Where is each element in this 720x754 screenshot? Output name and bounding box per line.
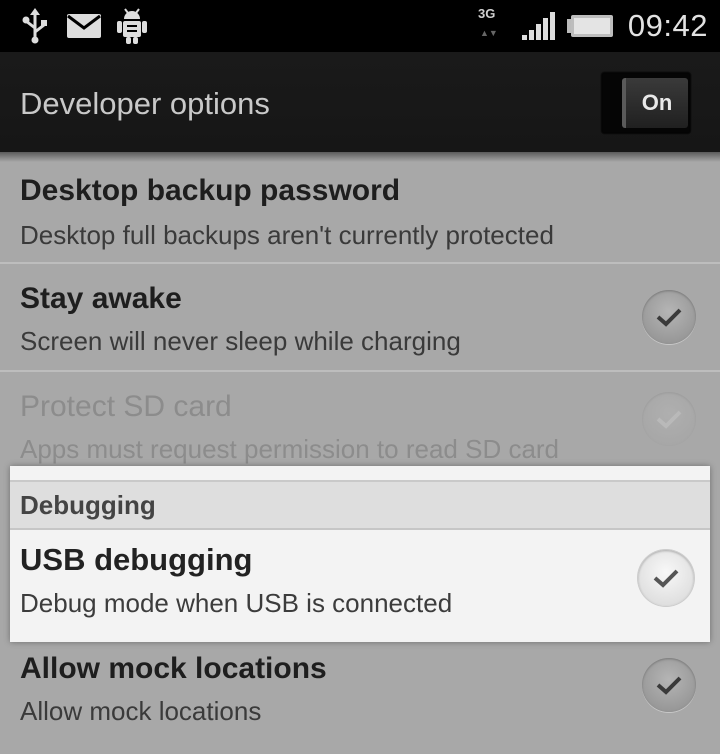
setting-title: Allow mock locations: [20, 652, 327, 685]
checkmark-icon: [656, 410, 682, 429]
debugging-highlight-panel: Debugging USB debugging Debug mode when …: [10, 466, 710, 642]
setting-protect-sd-card[interactable]: Protect SD card Apps must request permis…: [0, 372, 720, 468]
checkmark-icon: [656, 308, 682, 327]
setting-summary: Allow mock locations: [20, 696, 262, 726]
usb-icon: [20, 0, 50, 52]
setting-title: Desktop backup password: [20, 174, 401, 207]
battery-icon: [566, 0, 614, 52]
checkmark-icon: [653, 569, 679, 588]
allow-mock-locations-checkbox[interactable]: [642, 658, 696, 712]
toggle-label: On: [622, 78, 688, 128]
setting-summary: Desktop full backups aren't currently pr…: [20, 220, 554, 250]
setting-title: Protect SD card: [20, 390, 232, 423]
usb-debugging-checkbox[interactable]: [638, 550, 694, 606]
protect-sd-card-checkbox[interactable]: [642, 392, 696, 446]
action-bar: Developer options On: [0, 52, 720, 152]
data-activity-icon: ▲▼: [480, 28, 498, 38]
setting-title: Stay awake: [20, 282, 182, 315]
stay-awake-checkbox[interactable]: [642, 290, 696, 344]
setting-summary: Apps must request permission to read SD …: [20, 434, 560, 464]
section-header-label: Debugging: [20, 490, 156, 520]
section-header-debugging: Debugging: [10, 480, 710, 530]
setting-allow-mock-locations[interactable]: Allow mock locations Allow mock location…: [0, 642, 720, 754]
checkmark-icon: [656, 676, 682, 695]
network-type-label: 3G: [478, 6, 496, 21]
usb-debugging-summary: Debug mode when USB is connected: [20, 588, 453, 618]
page-title: Developer options: [20, 86, 270, 121]
setting-desktop-backup-password[interactable]: Desktop backup password Desktop full bac…: [0, 160, 720, 264]
signal-icon: [522, 0, 558, 52]
usb-debugging-title: USB debugging: [20, 542, 253, 577]
developer-options-toggle[interactable]: On: [600, 71, 692, 135]
status-bar: 3G ▲▼ 09:42: [0, 0, 720, 52]
android-debug-icon: [116, 0, 148, 52]
setting-stay-awake[interactable]: Stay awake Screen will never sleep while…: [0, 264, 720, 372]
setting-summary: Screen will never sleep while charging: [20, 326, 461, 356]
status-time: 09:42: [627, 8, 708, 43]
mail-icon: [66, 0, 102, 52]
